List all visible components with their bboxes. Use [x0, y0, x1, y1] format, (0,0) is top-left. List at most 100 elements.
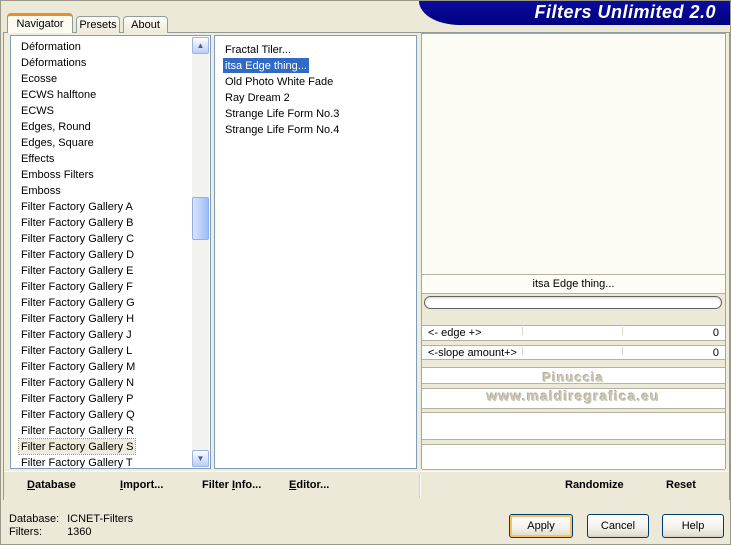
editor-button[interactable]: Editor... — [289, 479, 329, 491]
tab-about[interactable]: About — [123, 16, 168, 33]
list-item-label: Ray Dream 2 — [225, 92, 290, 104]
app-title: Filters Unlimited 2.0 — [534, 2, 716, 22]
param-label: <-slope amount+> — [428, 347, 517, 359]
list-item-label: Filter Factory Gallery R — [21, 425, 135, 437]
preview-caption-bar: itsa Edge thing... — [422, 274, 725, 294]
param-row-empty — [422, 388, 725, 409]
tab-label: Presets — [79, 19, 117, 31]
apply-button[interactable]: Apply — [509, 514, 573, 538]
param-row-empty — [422, 412, 725, 440]
category-list-items: Déformation Déformations Ecosse ECWS halfto… — [11, 39, 210, 468]
param-value: 0 — [712, 327, 719, 339]
param-row-empty — [422, 444, 725, 470]
toolbar: Database Import... Filter Info... Editor… — [4, 471, 729, 500]
list-item-label: Filter Factory Gallery D — [21, 249, 135, 261]
list-item-label: Filter Factory Gallery A — [21, 201, 133, 213]
list-item[interactable]: Filter Factory Gallery R — [11, 423, 210, 439]
list-item[interactable]: Filter Factory Gallery P — [11, 391, 210, 407]
list-item[interactable]: Filter Factory Gallery T — [11, 455, 210, 468]
tab-presets[interactable]: Presets — [76, 16, 120, 33]
list-item-label: Fractal Tiler... — [225, 44, 292, 56]
list-item[interactable]: Fractal Tiler... — [215, 42, 416, 58]
help-button[interactable]: Help — [662, 514, 724, 538]
list-item-label: ECWS halftone — [21, 89, 97, 101]
list-item[interactable]: Filter Factory Gallery N — [11, 375, 210, 391]
category-scrollbar[interactable]: ▲ ▼ — [192, 37, 209, 467]
filter-list-items: Fractal Tiler... itsa Edge thing... Old Ph… — [215, 42, 416, 138]
list-item[interactable]: Déformation — [11, 39, 210, 55]
preview-background — [422, 34, 725, 274]
randomize-button[interactable]: Randomize — [565, 479, 624, 491]
tab-navigator[interactable]: Navigator — [7, 13, 73, 33]
cancel-button[interactable]: Cancel — [587, 514, 649, 538]
param-slider-edge[interactable]: <- edge +> 0 — [422, 325, 725, 341]
list-item[interactable]: Déformations — [11, 55, 210, 71]
list-item[interactable]: ECWS — [11, 103, 210, 119]
list-item[interactable]: Edges, Square — [11, 135, 210, 151]
list-item[interactable]: ECWS halftone — [11, 87, 210, 103]
list-item-label: ECWS — [21, 105, 54, 117]
list-item[interactable]: Ecosse — [11, 71, 210, 87]
param-slider-slope-amount[interactable]: <-slope amount+> 0 — [422, 345, 725, 360]
list-item[interactable]: Strange Life Form No.3 — [215, 106, 416, 122]
list-item-label: Edges, Round — [21, 121, 91, 133]
list-item-label: Ecosse — [21, 73, 58, 85]
list-item[interactable]: Emboss Filters — [11, 167, 210, 183]
reset-button[interactable]: Reset — [666, 479, 696, 491]
filter-preview-image — [442, 40, 699, 270]
slider-tick — [521, 347, 523, 355]
filter-info-button[interactable]: Filter Info... — [202, 479, 261, 491]
list-item[interactable]: Filter Factory Gallery F — [11, 279, 210, 295]
list-item[interactable]: Filter Factory Gallery G — [11, 295, 210, 311]
list-item[interactable]: itsa Edge thing... — [215, 58, 416, 74]
list-item[interactable]: Filter Factory Gallery B — [11, 215, 210, 231]
list-item[interactable]: Filter Factory Gallery L — [11, 343, 210, 359]
database-button[interactable]: Database — [27, 479, 76, 491]
filters-unlimited-dialog: Filters Unlimited 2.0 Navigator Presets … — [0, 0, 731, 545]
list-item[interactable]: Filter Factory Gallery J — [11, 327, 210, 343]
list-item[interactable]: Filter Factory Gallery C — [11, 231, 210, 247]
list-item[interactable]: Emboss — [11, 183, 210, 199]
list-item[interactable]: Filter Factory Gallery H — [11, 311, 210, 327]
database-label: Database: — [9, 513, 60, 525]
title-banner: Filters Unlimited 2.0 — [419, 1, 730, 25]
list-item[interactable]: Strange Life Form No.4 — [215, 122, 416, 138]
list-item[interactable]: Ray Dream 2 — [215, 90, 416, 106]
list-item-label: Filter Factory Gallery C — [21, 233, 135, 245]
navigator-tab-page: Déformation Déformations Ecosse ECWS halfto… — [3, 32, 730, 500]
scrollbar-thumb[interactable] — [192, 197, 209, 240]
list-item-label: Filter Factory Gallery L — [21, 345, 133, 357]
list-item-label: Filter Factory Gallery P — [21, 393, 134, 405]
list-item[interactable]: Edges, Round — [11, 119, 210, 135]
list-item[interactable]: Filter Factory Gallery Q — [11, 407, 210, 423]
list-item-label: Filter Factory Gallery M — [21, 361, 136, 373]
filter-listbox[interactable]: Fractal Tiler... itsa Edge thing... Old Ph… — [214, 35, 417, 469]
list-item[interactable]: Filter Factory Gallery M — [11, 359, 210, 375]
list-item[interactable]: Filter Factory Gallery A — [11, 199, 210, 215]
toolbar-divider — [419, 474, 420, 498]
list-item-label: itsa Edge thing... — [223, 58, 309, 73]
list-item[interactable]: Effects — [11, 151, 210, 167]
list-item[interactable]: Filter Factory Gallery S — [11, 438, 210, 455]
param-row-empty — [422, 367, 725, 384]
list-item-label: Effects — [21, 153, 55, 165]
list-item-label: Filter Factory Gallery G — [21, 297, 135, 309]
label-rest: ditor... — [296, 479, 330, 491]
scroll-down-icon[interactable]: ▼ — [192, 450, 209, 467]
list-item-label: Filter Factory Gallery J — [21, 329, 132, 341]
list-item-label: Filter Factory Gallery N — [21, 377, 135, 389]
scroll-up-icon[interactable]: ▲ — [192, 37, 209, 54]
slider-tick — [621, 347, 623, 355]
category-listbox[interactable]: Déformation Déformations Ecosse ECWS halfto… — [10, 35, 211, 469]
tab-label: About — [131, 19, 160, 31]
list-item[interactable]: Filter Factory Gallery D — [11, 247, 210, 263]
import-button[interactable]: Import... — [120, 479, 163, 491]
preview-panel: itsa Edge thing... <- edge +> 0 <-slope … — [421, 33, 726, 470]
list-item[interactable]: Old Photo White Fade — [215, 74, 416, 90]
label-rest: mport... — [123, 479, 164, 491]
label-rest: nfo... — [235, 479, 262, 491]
list-item-label: Strange Life Form No.3 — [225, 108, 340, 120]
list-item[interactable]: Filter Factory Gallery E — [11, 263, 210, 279]
list-item-label: Filter Factory Gallery Q — [21, 409, 135, 421]
preview-caption: itsa Edge thing... — [532, 278, 615, 290]
